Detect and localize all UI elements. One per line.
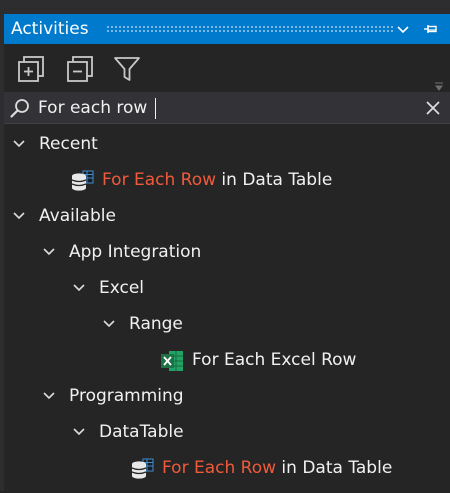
chevron-down-icon[interactable] (102, 306, 116, 342)
top-strip (0, 0, 450, 14)
text-caret (155, 98, 156, 119)
filter-icon[interactable] (112, 54, 142, 84)
tree-node-label: Excel (99, 278, 145, 298)
activity-label-rest: in Data Table (216, 170, 333, 190)
tree-node-label: Programming (69, 386, 184, 406)
toolbar (4, 44, 450, 92)
activities-tree: Recent For Each Row in Data Table Availa… (4, 124, 450, 491)
search-box[interactable] (4, 92, 450, 124)
tree-node-label: App Integration (69, 242, 202, 262)
chevron-down-icon[interactable] (72, 414, 86, 450)
collapse-all-icon[interactable] (65, 54, 95, 84)
chevron-down-icon[interactable] (12, 126, 26, 162)
datatable-icon (70, 169, 94, 191)
activity-label-rest: in Data Table (276, 458, 393, 478)
expand-all-icon[interactable] (16, 54, 46, 84)
datatable-icon (130, 457, 154, 479)
chevron-down-icon[interactable] (12, 198, 26, 234)
search-input[interactable] (38, 95, 398, 121)
chevron-down-icon[interactable] (394, 20, 412, 38)
search-icon (9, 98, 31, 120)
match-highlight: For Each Row (162, 458, 277, 478)
panel-title-bar[interactable]: Activities (4, 14, 450, 44)
title-grip (106, 25, 394, 32)
chevron-down-icon[interactable] (42, 234, 56, 270)
excel-icon (160, 349, 184, 371)
tree-node-label: DataTable (99, 422, 184, 442)
clear-search-icon[interactable] (424, 99, 442, 117)
chevron-down-icon[interactable] (72, 270, 86, 306)
tree-node-label: Recent (39, 134, 98, 154)
toolbar-overflow-icon[interactable] (434, 77, 444, 91)
panel-title: Activities (11, 19, 89, 39)
tree-node-label: Available (39, 206, 116, 226)
pin-icon[interactable] (421, 20, 439, 38)
activity-label: For Each Excel Row (192, 350, 357, 370)
tree-node-label: Range (129, 314, 183, 334)
chevron-down-icon[interactable] (42, 378, 56, 414)
match-highlight: For Each Row (102, 170, 217, 190)
